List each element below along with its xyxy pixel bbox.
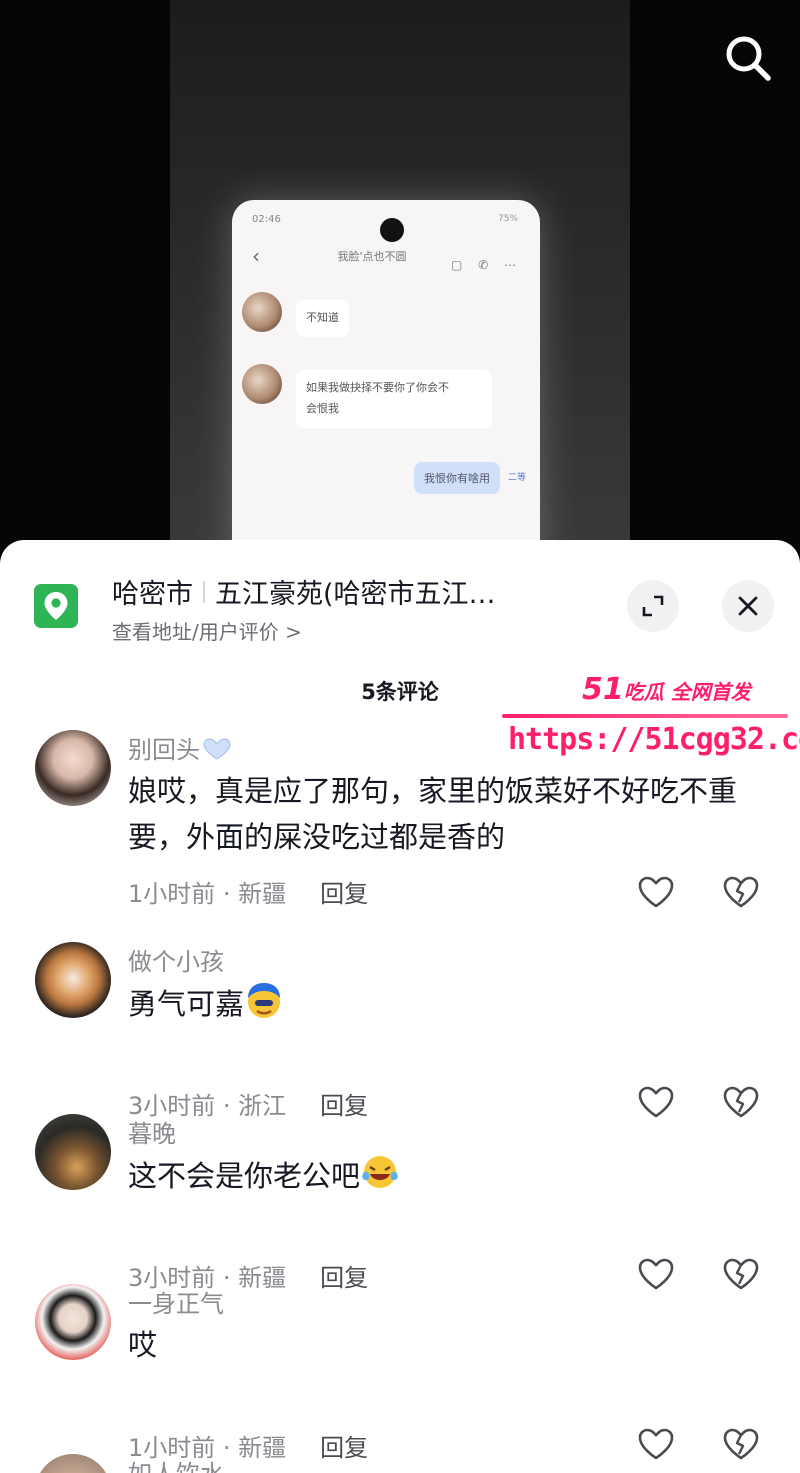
comment-time: 1小时前 — [128, 880, 216, 908]
map-pin-icon — [34, 584, 78, 628]
location-title[interactable]: 哈密市 五江豪苑(哈密市五江… — [112, 572, 496, 611]
comment-user[interactable]: 别回头 — [128, 730, 232, 765]
expand-icon — [642, 595, 664, 617]
phone-back-icon: ‹ — [252, 244, 260, 268]
phone-read-tag: 二等 — [507, 473, 526, 483]
watermark-brand-text: 吃瓜 全网首发 — [623, 680, 751, 704]
phone-message-line: 如果我做抉择不要你了你会不 — [306, 381, 449, 394]
phone-message: 如果我做抉择不要你了你会不 会恨我 — [296, 370, 492, 428]
reply-button[interactable]: 回复 — [320, 1092, 368, 1120]
emoji-icon — [248, 983, 281, 1018]
phone-chat-title: 我脸'点也不圆 — [337, 250, 407, 263]
like-icon[interactable] — [636, 1082, 676, 1122]
phone-avatar — [242, 364, 282, 404]
avatar[interactable] — [35, 730, 111, 806]
dislike-icon[interactable] — [721, 1424, 761, 1464]
phone-time: 02:46 — [252, 214, 281, 225]
dislike-icon[interactable] — [721, 1254, 761, 1294]
comment-username[interactable]: 做个小孩 — [128, 942, 224, 977]
like-icon[interactable] — [636, 872, 676, 912]
comment-text: 勇气可嘉 — [128, 980, 768, 1027]
location-reviews-link[interactable]: 查看地址/用户评价 > — [112, 616, 302, 645]
phone-my-message: 我恨你有啥用 — [414, 462, 500, 494]
comment-text-content: 勇气可嘉 — [128, 987, 245, 1021]
heart-emoji-icon — [203, 738, 231, 760]
reply-button[interactable]: 回复 — [320, 1434, 368, 1462]
expand-button[interactable] — [627, 580, 679, 632]
avatar[interactable] — [35, 942, 111, 1018]
comment-text: 娘哎，真是应了那句，家里的饭菜好不好吃不重要，外面的屎没吃过都是香的 — [128, 774, 738, 854]
dislike-icon[interactable] — [721, 1082, 761, 1122]
phone-message-line: 会恨我 — [306, 401, 339, 415]
watermark-url: https://51cgg32.com — [508, 722, 800, 757]
comment-username: 别回头 — [128, 736, 200, 764]
reply-button[interactable]: 回复 — [320, 1264, 368, 1292]
comment-username[interactable]: 如人饮水 — [128, 1454, 224, 1473]
search-icon — [726, 36, 771, 81]
phone-avatar — [242, 292, 282, 332]
laughing-crying-emoji-icon — [362, 1156, 398, 1188]
location-city: 哈密市 — [112, 579, 193, 610]
phone-camera — [380, 218, 404, 242]
comment-region: 浙江 — [238, 1092, 287, 1120]
comment-text: 哎 — [128, 1328, 158, 1362]
phone-toolbar-icons: ▢ ✆ ⋯ — [450, 258, 522, 272]
close-button[interactable] — [722, 580, 774, 632]
comment-username[interactable]: 一身正气 — [128, 1284, 224, 1319]
avatar[interactable] — [35, 1114, 111, 1190]
watermark-brand: 51吃瓜 全网首发 — [582, 672, 751, 707]
phone-message: 不知道 — [296, 300, 349, 337]
video-player[interactable]: 02:46 75% ‹ 我脸'点也不圆 ▢ ✆ ⋯ 不知道 如果我做抉择不要你了… — [0, 0, 800, 560]
dislike-icon[interactable] — [721, 872, 761, 912]
avatar[interactable] — [35, 1454, 111, 1473]
close-icon — [738, 596, 758, 616]
reply-button[interactable]: 回复 — [320, 880, 368, 908]
location-place: 五江豪苑(哈密市五江… — [215, 579, 496, 610]
watermark: 51吃瓜 全网首发 https://51cgg32.com — [500, 664, 800, 774]
comment-text-content: 这不会是你老公吧 — [128, 1159, 361, 1193]
title-divider — [203, 580, 205, 603]
comment-region: 新疆 — [238, 1264, 287, 1292]
comment-region: 新疆 — [238, 880, 287, 908]
like-icon[interactable] — [636, 1424, 676, 1464]
search-button[interactable] — [720, 30, 776, 86]
like-icon[interactable] — [636, 1254, 676, 1294]
watermark-divider — [502, 714, 788, 718]
phone-battery: 75% — [497, 214, 518, 224]
comment-username[interactable]: 暮晚 — [128, 1114, 176, 1149]
comment-meta: 1小时前 · 新疆 回复 — [128, 880, 369, 908]
comment-region: 新疆 — [238, 1434, 287, 1462]
watermark-brand-number: 51 — [582, 672, 624, 707]
phone-screenshot: 02:46 75% ‹ 我脸'点也不圆 ▢ ✆ ⋯ 不知道 如果我做抉择不要你了… — [232, 200, 540, 560]
comments-sheet: 哈密市 五江豪苑(哈密市五江… 查看地址/用户评价 > 5条评论 51吃瓜 全网… — [0, 540, 800, 1473]
comment-text: 这不会是你老公吧 — [128, 1152, 768, 1199]
avatar[interactable] — [35, 1284, 111, 1360]
